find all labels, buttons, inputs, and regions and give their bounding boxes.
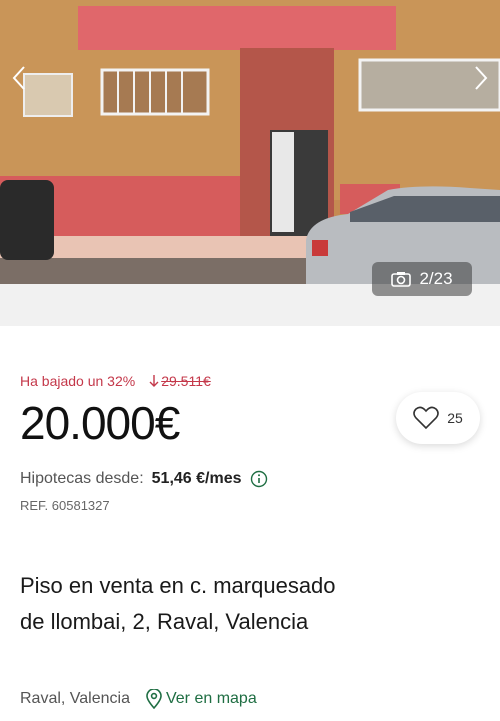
view-map-link[interactable]: Ver en mapa (146, 689, 257, 709)
mortgage-value: 51,46 €/mes (151, 470, 242, 487)
listing-photo[interactable] (0, 0, 500, 284)
info-icon[interactable] (250, 470, 268, 488)
camera-icon (391, 271, 412, 287)
heart-icon (413, 406, 439, 430)
location-row: Raval, Valencia Ver en mapa (20, 689, 257, 709)
arrow-down-icon (149, 375, 159, 387)
photo-counter[interactable]: 2/23 (372, 262, 472, 296)
next-photo-button[interactable] (468, 60, 494, 96)
building-photo (0, 0, 500, 284)
reference-code: REF. 60581327 (20, 498, 110, 513)
mortgage-info: Hipotecas desde: 51,46 €/mes (20, 470, 268, 488)
photo-counter-text: 2/23 (419, 269, 453, 288)
price-drop-label: Ha bajado un 32% (20, 373, 136, 389)
view-map-label: Ver en mapa (165, 690, 257, 707)
map-pin-icon (146, 689, 162, 709)
old-price-value: 29.511€ (161, 373, 211, 389)
listing-title[interactable]: Piso en venta en c. marquesado de llomba… (20, 568, 350, 640)
location-text: Raval, Valencia (20, 690, 130, 707)
price-drop-line: Ha bajado un 32% 29.511€ (20, 372, 480, 390)
chevron-left-icon (12, 66, 25, 90)
old-price: 29.511€ (149, 373, 211, 389)
chevron-right-icon (475, 66, 488, 90)
favorites-count: 25 (447, 410, 463, 426)
mortgage-label: Hipotecas desde: (20, 470, 144, 487)
favorite-button[interactable]: 25 (396, 392, 480, 444)
prev-photo-button[interactable] (6, 60, 32, 96)
